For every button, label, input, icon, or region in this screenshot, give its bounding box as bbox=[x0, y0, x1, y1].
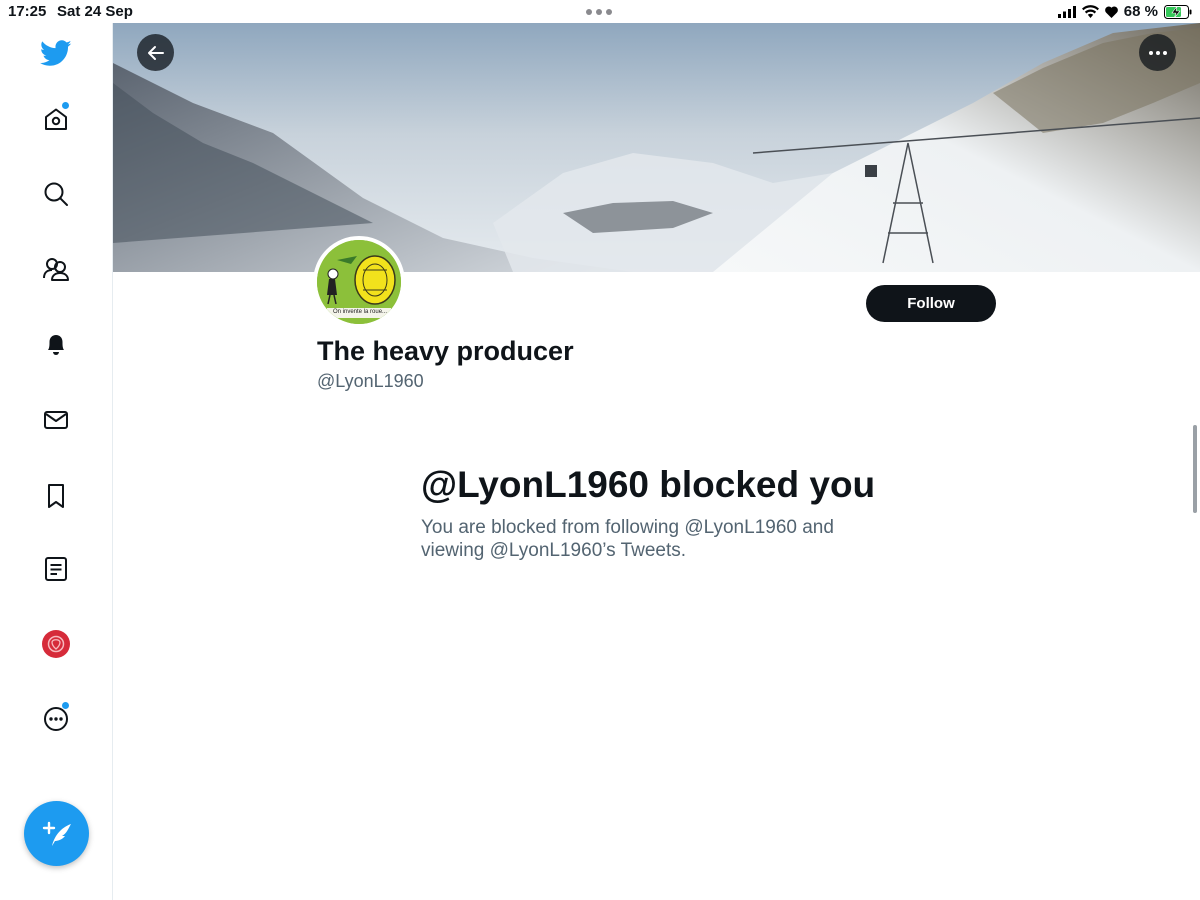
twitter-bird-icon[interactable] bbox=[36, 33, 76, 73]
sidebar-item-notifications[interactable] bbox=[36, 324, 76, 364]
sidebar-item-more[interactable] bbox=[36, 699, 76, 739]
ellipsis-icon bbox=[1148, 50, 1167, 55]
more-badge bbox=[62, 702, 69, 709]
more-circle-icon bbox=[44, 707, 68, 731]
home-badge bbox=[62, 102, 69, 109]
sidebar-nav bbox=[0, 23, 113, 900]
avatar-icon bbox=[42, 630, 70, 658]
status-date: Sat 24 Sep bbox=[57, 3, 133, 20]
arrow-left-icon bbox=[147, 45, 164, 60]
compose-tweet-button[interactable] bbox=[24, 801, 89, 866]
status-bar: 17:25 Sat 24 Sep 68 % bbox=[0, 0, 1200, 23]
sidebar-item-bookmarks[interactable] bbox=[36, 476, 76, 516]
profile-banner-image[interactable] bbox=[113, 23, 1200, 272]
signal-icon bbox=[1057, 5, 1076, 18]
status-time: 17:25 bbox=[8, 3, 47, 20]
sidebar-item-messages[interactable] bbox=[36, 400, 76, 440]
scrollbar[interactable] bbox=[1193, 425, 1197, 513]
follow-button[interactable]: Follow bbox=[866, 285, 996, 322]
blocked-description: You are blocked from following @LyonL196… bbox=[421, 517, 834, 561]
bell-icon bbox=[48, 335, 64, 355]
profile-handle: @LyonL1960 bbox=[317, 371, 424, 391]
battery-percent: 68 % bbox=[1123, 3, 1158, 20]
multitasking-dots[interactable] bbox=[586, 9, 612, 15]
avatar-caption: On invente la roue... bbox=[333, 309, 388, 315]
status-indicators: 68 % bbox=[1057, 3, 1192, 20]
bookmark-icon bbox=[48, 484, 64, 508]
back-button[interactable] bbox=[137, 34, 174, 71]
list-icon bbox=[45, 557, 67, 581]
communities-icon bbox=[43, 258, 69, 281]
heart-icon bbox=[1104, 6, 1118, 18]
home-icon bbox=[45, 108, 67, 130]
search-icon bbox=[44, 182, 68, 206]
sidebar-item-lists[interactable] bbox=[36, 549, 76, 589]
sidebar-item-home[interactable] bbox=[36, 99, 76, 139]
sidebar-item-communities[interactable] bbox=[36, 249, 76, 289]
compose-tweet-icon bbox=[42, 821, 71, 846]
profile-avatar[interactable]: On invente la roue... bbox=[313, 236, 405, 328]
profile-display-name: The heavy producer bbox=[317, 336, 574, 366]
sidebar-item-explore[interactable] bbox=[36, 174, 76, 214]
envelope-icon bbox=[44, 411, 68, 429]
wifi-icon bbox=[1081, 5, 1099, 18]
sidebar-item-profile[interactable] bbox=[36, 624, 76, 664]
blocked-title: @LyonL1960 blocked you bbox=[421, 464, 876, 505]
battery-charging-icon bbox=[1164, 4, 1192, 19]
profile-more-button[interactable] bbox=[1139, 34, 1176, 71]
